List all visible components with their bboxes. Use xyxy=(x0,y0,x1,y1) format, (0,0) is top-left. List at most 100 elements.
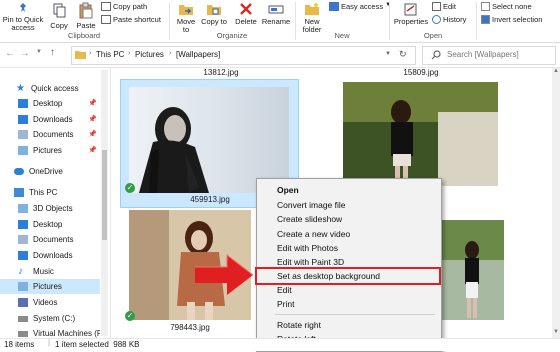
sidebar-item-label: 3D Objects xyxy=(33,204,73,213)
search-box[interactable]: Search [Wallpapers] xyxy=(422,46,556,65)
edit-ribbon-button[interactable]: Edit xyxy=(432,2,456,11)
sidebar-item-label: OneDrive xyxy=(29,167,63,176)
invert-selection-button[interactable]: Invert selection xyxy=(481,15,542,24)
new-folder-button[interactable]: New folder xyxy=(299,2,325,34)
paste-shortcut-button[interactable]: Paste shortcut xyxy=(101,15,161,24)
sidebar-item-label: Virtual Machines (F xyxy=(33,329,100,338)
new-group-label: New xyxy=(334,31,350,40)
copy-to-button[interactable]: Copy to xyxy=(201,2,227,26)
rename-button[interactable]: Rename xyxy=(261,2,291,26)
sidebar-item-system-drive[interactable]: System (C:) xyxy=(18,311,75,326)
scroll-down-icon[interactable]: ▼ xyxy=(553,329,559,335)
ribbon-divider xyxy=(169,2,170,40)
desktop-icon xyxy=(18,99,28,108)
breadcrumb-wallpapers[interactable]: [Wallpapers] xyxy=(176,50,220,59)
history-button[interactable]: History xyxy=(432,15,466,24)
breadcrumb-this-pc[interactable]: This PC xyxy=(96,50,124,59)
menu-item-edit-with-paint-3d[interactable]: Edit with Paint 3D xyxy=(277,257,344,267)
move-to-button[interactable]: Move to xyxy=(174,2,198,34)
properties-icon xyxy=(404,3,417,16)
sidebar-item-music[interactable]: ♪ Music xyxy=(18,264,54,279)
ribbon-divider xyxy=(476,2,477,40)
select-none-button[interactable]: Select none xyxy=(481,2,532,11)
file-name-label: 459913.jpg xyxy=(190,195,230,204)
search-icon xyxy=(431,50,441,60)
pictures-icon xyxy=(18,282,28,291)
sidebar-item-desktop-quick[interactable]: Desktop xyxy=(18,96,62,111)
back-arrow-icon[interactable]: ← xyxy=(5,48,15,59)
ribbon-divider xyxy=(295,2,296,40)
delete-button[interactable]: Delete xyxy=(233,2,259,26)
copy-button[interactable]: Copy xyxy=(48,2,70,30)
pin-icon[interactable]: 📌 xyxy=(88,130,97,138)
pin-icon[interactable]: 📌 xyxy=(88,146,97,154)
sidebar-item-label: Desktop xyxy=(33,99,63,108)
navigation-scrollbar-thumb[interactable] xyxy=(102,150,107,240)
menu-item-rotate-right[interactable]: Rotate right xyxy=(277,320,321,330)
breadcrumb-pictures[interactable]: Pictures xyxy=(135,50,164,59)
sidebar-item-3d-objects[interactable]: 3D Objects xyxy=(18,201,73,216)
sidebar-item-label: Pictures xyxy=(33,282,62,291)
paste-button[interactable]: Paste xyxy=(74,2,98,30)
pin-icon[interactable]: 📌 xyxy=(88,99,97,107)
sidebar-item-label: Downloads xyxy=(33,251,73,260)
sidebar-item-label: Videos xyxy=(33,298,58,307)
recent-locations-chevron-icon[interactable]: ▼ xyxy=(36,49,42,55)
scroll-up-icon[interactable]: ▲ xyxy=(553,68,559,74)
sidebar-item-downloads[interactable]: Downloads xyxy=(18,248,73,263)
music-note-icon: ♪ xyxy=(18,266,23,277)
file-name-label: 798443.jpg xyxy=(170,323,210,332)
cloud-icon xyxy=(14,168,24,175)
move-folder-icon xyxy=(179,5,193,15)
menu-item-edit[interactable]: Edit xyxy=(277,285,292,295)
menu-item-print[interactable]: Print xyxy=(277,299,294,309)
star-icon: ★ xyxy=(16,83,25,94)
sidebar-item-quick-access[interactable]: ★ Quick access xyxy=(16,81,79,96)
item-count: 18 items xyxy=(4,340,35,349)
address-bar[interactable]: › This PC › Pictures › [Wallpapers] ▼ ↻ xyxy=(71,46,416,65)
file-view-scrollbar[interactable]: ▲ ▼ xyxy=(552,68,560,338)
menu-item-edit-with-photos[interactable]: Edit with Photos xyxy=(277,243,338,253)
check-icon[interactable]: ✓ xyxy=(125,311,135,321)
menu-item-convert-image[interactable]: Convert image file xyxy=(277,200,346,210)
properties-button[interactable]: Properties xyxy=(393,2,429,26)
paste-shortcut-label: Paste shortcut xyxy=(113,15,161,24)
copy-path-button[interactable]: Copy path xyxy=(101,2,147,11)
paste-label: Paste xyxy=(76,21,96,30)
outdoor-portrait-image xyxy=(343,82,498,186)
easy-access-button[interactable]: Easy access ▼ xyxy=(329,2,391,11)
sidebar-item-this-pc[interactable]: This PC xyxy=(14,185,57,200)
up-arrow-icon[interactable]: ↑ xyxy=(50,47,55,58)
pin-to-quick-access-button[interactable]: Pin to Quick access xyxy=(0,2,46,32)
clipboard-icon xyxy=(79,2,93,19)
pictures-icon xyxy=(18,146,28,155)
context-menu: Open Convert image file Create slideshow… xyxy=(256,178,442,352)
address-dropdown-chevron-icon[interactable]: ▼ xyxy=(385,51,391,57)
video-icon xyxy=(18,298,28,307)
sidebar-item-documents[interactable]: Documents xyxy=(18,232,73,247)
forward-arrow-icon[interactable]: → xyxy=(20,48,30,59)
file-name-top-left: 13812.jpg xyxy=(203,68,239,77)
sidebar-item-desktop[interactable]: Desktop xyxy=(18,217,62,232)
sidebar-item-pictures[interactable]: Pictures xyxy=(0,279,100,294)
sidebar-item-label: System (C:) xyxy=(33,314,76,323)
menu-item-create-slideshow[interactable]: Create slideshow xyxy=(277,214,342,224)
refresh-icon[interactable]: ↻ xyxy=(399,49,407,60)
menu-item-create-video[interactable]: Create a new video xyxy=(277,229,350,239)
sidebar-item-pictures-quick[interactable]: Pictures xyxy=(18,143,62,158)
sidebar-item-documents-quick[interactable]: Documents xyxy=(18,127,73,142)
search-placeholder: Search [Wallpapers] xyxy=(447,50,519,59)
photo-thumbnail[interactable] xyxy=(343,82,498,186)
sidebar-item-onedrive[interactable]: OneDrive xyxy=(14,164,63,179)
selected-check-icon[interactable]: ✓ xyxy=(125,183,135,193)
sidebar-item-downloads-quick[interactable]: Downloads xyxy=(18,112,73,127)
new-folder-icon xyxy=(305,3,319,15)
photo-thumbnail[interactable] xyxy=(440,220,504,320)
sidebar-item-videos[interactable]: Videos xyxy=(18,295,57,310)
desktop-icon xyxy=(18,220,28,229)
pin-icon[interactable]: 📌 xyxy=(88,115,97,123)
red-arrow-icon xyxy=(195,253,254,295)
download-icon xyxy=(18,251,28,260)
menu-item-open[interactable]: Open xyxy=(277,185,299,195)
history-icon xyxy=(432,15,441,24)
